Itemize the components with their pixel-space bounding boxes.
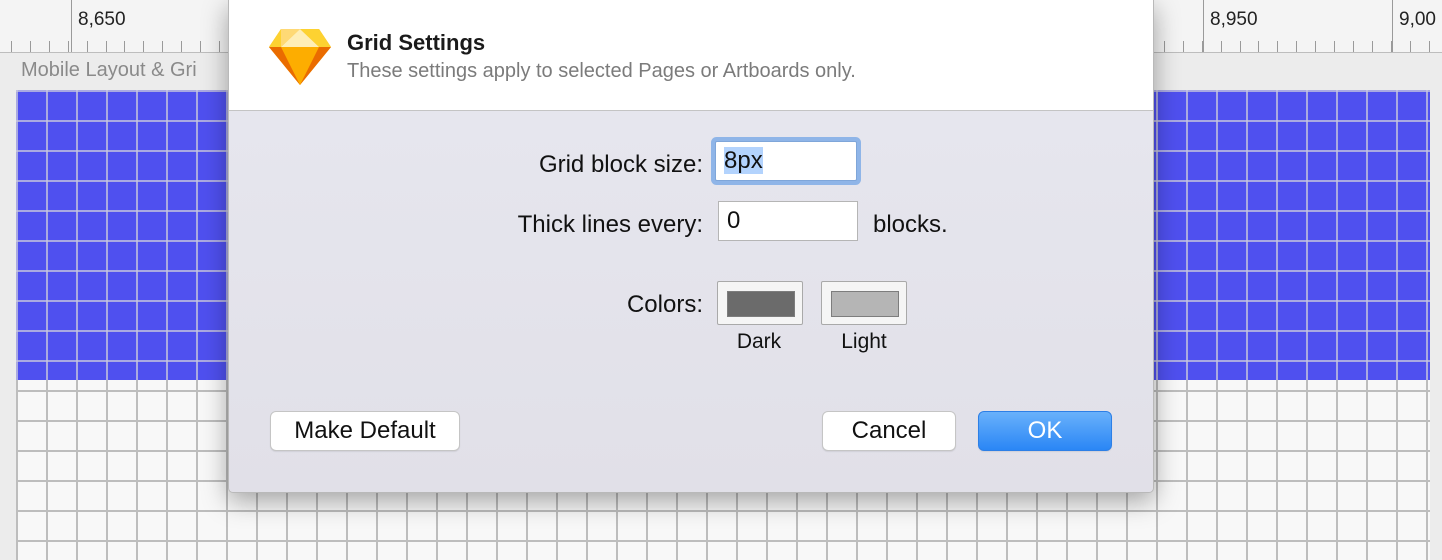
ruler-minor-tick — [1202, 41, 1203, 52]
thick-lines-label: Thick lines every: — [517, 211, 703, 238]
ruler-major-tick — [71, 0, 72, 52]
ruler-minor-tick — [30, 41, 31, 52]
ruler-minor-tick — [1240, 41, 1241, 52]
ruler-minor-tick — [181, 41, 182, 52]
ruler-minor-tick — [87, 41, 88, 52]
grid-block-size-value: 8px — [724, 147, 763, 174]
dialog-body: Grid block size: 8px Thick lines every: … — [229, 111, 1153, 492]
ruler-minor-tick — [1296, 41, 1297, 52]
thick-lines-value: 0 — [727, 207, 741, 234]
ruler-label: 8,650 — [78, 9, 126, 30]
make-default-button[interactable]: Make Default — [270, 411, 460, 451]
ruler-major-tick — [1203, 0, 1204, 52]
ruler-minor-tick — [1315, 41, 1316, 52]
ruler-minor-tick — [1164, 41, 1165, 52]
ruler-minor-tick — [200, 41, 201, 52]
dialog-subtitle: These settings apply to selected Pages o… — [347, 60, 856, 82]
colors-label: Colors: — [626, 291, 703, 318]
light-color-label: Light — [841, 330, 887, 353]
ruler-minor-tick — [1391, 41, 1392, 52]
ruler-minor-tick — [143, 41, 144, 52]
thick-lines-input[interactable]: 0 — [718, 201, 858, 241]
ruler-minor-tick — [106, 41, 107, 52]
ruler-minor-tick — [1372, 41, 1373, 52]
ruler-minor-tick — [1277, 41, 1278, 52]
ruler-minor-tick — [1221, 41, 1222, 52]
ruler-minor-tick — [1334, 41, 1335, 52]
dialog-title: Grid Settings — [347, 30, 486, 55]
grid-block-size-label: Grid block size: — [538, 151, 703, 178]
light-color-fill — [831, 291, 899, 317]
ruler-minor-tick — [1410, 41, 1411, 52]
ruler-minor-tick — [162, 41, 163, 52]
sketch-diamond-icon — [269, 29, 331, 85]
grid-settings-dialog: Grid Settings These settings apply to se… — [228, 0, 1154, 493]
dark-color-label: Dark — [736, 330, 782, 353]
ruler-label: 8,950 — [1210, 9, 1258, 30]
dialog-header: Grid Settings These settings apply to se… — [229, 0, 1153, 111]
ruler-minor-tick — [1183, 41, 1184, 52]
ruler-minor-tick — [1353, 41, 1354, 52]
dark-color-well[interactable] — [717, 281, 803, 325]
ok-button[interactable]: OK — [978, 411, 1112, 451]
ruler-label: 9,00 — [1399, 9, 1436, 30]
cancel-button[interactable]: Cancel — [822, 411, 956, 451]
light-color-well[interactable] — [821, 281, 907, 325]
ruler-minor-tick — [1258, 41, 1259, 52]
ruler-minor-tick — [49, 41, 50, 52]
grid-block-size-input[interactable]: 8px — [715, 141, 857, 181]
artboard-title[interactable]: Mobile Layout & Gri — [21, 59, 197, 82]
dark-color-fill — [727, 291, 795, 317]
ruler-minor-tick — [1429, 41, 1430, 52]
ruler-minor-tick — [219, 41, 220, 52]
ruler-minor-tick — [11, 41, 12, 52]
ruler-minor-tick — [124, 41, 125, 52]
ruler-major-tick — [1392, 0, 1393, 52]
ruler-minor-tick — [68, 41, 69, 52]
thick-lines-unit: blocks. — [873, 211, 948, 238]
